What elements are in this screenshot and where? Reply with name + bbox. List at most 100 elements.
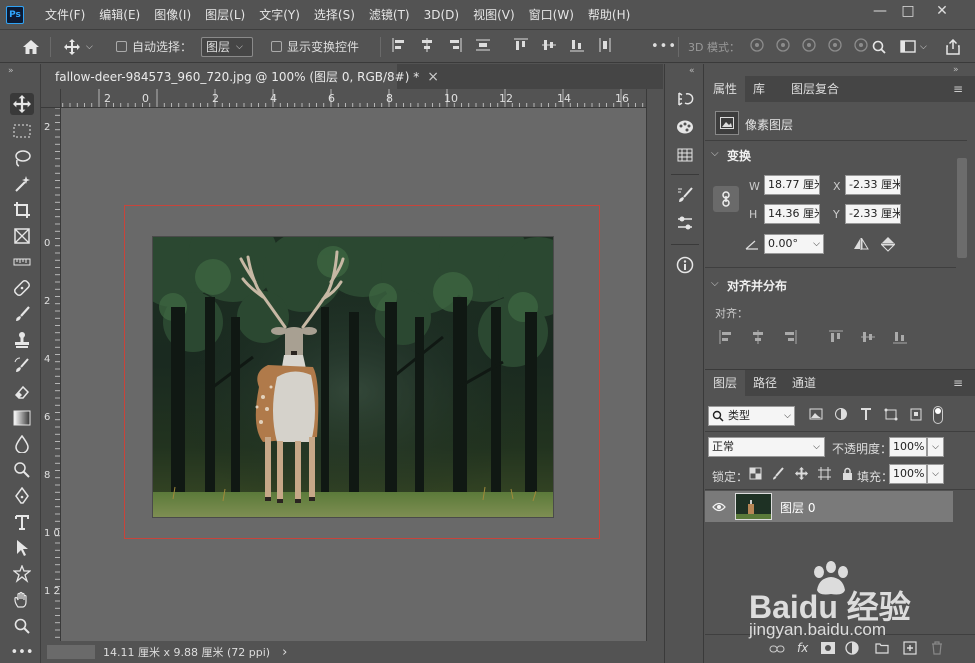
history-brush-tool-icon[interactable] [10, 355, 34, 377]
hand-tool-icon[interactable] [10, 589, 34, 611]
link-layers-icon[interactable] [769, 643, 785, 657]
align-left-icon[interactable] [392, 38, 406, 55]
align-vcenter-icon[interactable] [861, 330, 875, 347]
menu-item-7[interactable]: 3D(D) [417, 0, 466, 30]
width-field[interactable]: 18.77 厘米 [764, 175, 820, 195]
menu-item-10[interactable]: 帮助(H) [581, 0, 637, 30]
lock-position-icon[interactable] [795, 467, 808, 484]
panel-menu-icon[interactable]: ≡ [953, 376, 963, 390]
delete-layer-icon[interactable] [931, 641, 943, 658]
new-group-icon[interactable] [875, 642, 889, 657]
filter-toggle-switch[interactable] [933, 406, 943, 424]
brushes-panel-icon[interactable] [674, 184, 696, 206]
lock-pixels-icon[interactable] [772, 467, 785, 484]
clone-stamp-tool-icon[interactable] [10, 329, 34, 351]
tab-libraries[interactable]: 库 [745, 76, 773, 102]
lock-transparent-icon[interactable] [749, 467, 762, 484]
3d-scale-icon[interactable] [852, 37, 870, 56]
layer-row[interactable]: 图层 0 [705, 491, 953, 522]
3d-orbit-icon[interactable] [748, 37, 766, 56]
flip-vertical-icon[interactable] [880, 236, 896, 255]
layer-filter-dropdown[interactable]: 类型 ⌵ [708, 406, 795, 426]
height-field[interactable]: 14.36 厘米 [764, 204, 820, 224]
layer-name[interactable]: 图层 0 [780, 499, 815, 516]
info-panel-icon[interactable] [674, 254, 696, 276]
3d-roll-icon[interactable] [774, 37, 792, 56]
menu-item-5[interactable]: 选择(S) [307, 0, 362, 30]
3d-pan-icon[interactable] [800, 37, 818, 56]
align-right-icon[interactable] [448, 38, 462, 55]
properties-scroll-thumb[interactable] [957, 158, 967, 258]
crop-tool-icon[interactable] [10, 199, 34, 221]
type-tool-icon[interactable] [10, 511, 34, 533]
swatches-panel-icon[interactable] [674, 144, 696, 166]
edit-toolbar-icon[interactable]: ••• [10, 641, 34, 663]
status-menu-arrow[interactable]: › [282, 645, 287, 660]
search-icon[interactable] [872, 30, 886, 63]
align-bottom-icon[interactable] [893, 330, 907, 347]
color-panel-icon[interactable] [674, 116, 696, 138]
fill-dropdown-button[interactable]: ⌵ [927, 464, 944, 484]
ruler-tool-icon[interactable] [10, 251, 34, 273]
link-dimensions-icon[interactable] [713, 186, 739, 212]
blend-mode-dropdown[interactable]: 正常 ⌵ [708, 437, 825, 457]
filter-pixel-icon[interactable] [809, 408, 823, 424]
menu-item-1[interactable]: 编辑(E) [92, 0, 147, 30]
marquee-tool-icon[interactable] [10, 120, 34, 142]
filter-smart-object-icon[interactable] [909, 408, 923, 424]
menu-item-6[interactable]: 滤镜(T) [362, 0, 417, 30]
zoom-tool-icon[interactable] [10, 615, 34, 637]
align-hcenter-icon[interactable] [420, 38, 434, 55]
pen-tool-icon[interactable] [10, 485, 34, 507]
auto-select-checkbox[interactable]: 自动选择： [116, 30, 192, 63]
flip-horizontal-icon[interactable] [853, 237, 869, 253]
document-tab[interactable]: fallow-deer-984573_960_720.jpg @ 100% (图… [41, 64, 439, 89]
x-field[interactable]: -2.33 厘米 [845, 175, 901, 195]
menu-item-0[interactable]: 文件(F) [38, 0, 92, 30]
show-transform-checkbox[interactable]: 显示变换控件 [271, 30, 359, 63]
tab-channels[interactable]: 通道 [784, 370, 824, 396]
filter-adjustment-icon[interactable] [834, 408, 848, 424]
lock-all-icon[interactable] [841, 467, 854, 484]
menu-item-3[interactable]: 图层(L) [198, 0, 252, 30]
angle-dropdown[interactable]: 0.00° ⌵ [764, 234, 824, 254]
maximize-button[interactable]: □ [894, 0, 922, 22]
minimize-button[interactable]: — [866, 0, 894, 22]
y-field[interactable]: -2.33 厘米 [845, 204, 901, 224]
move-tool-preset-icon[interactable]: ⌵ [64, 30, 93, 63]
collapse-icon[interactable]: » [8, 66, 14, 76]
tab-properties[interactable]: 属性 [705, 76, 746, 102]
healing-brush-tool-icon[interactable] [10, 277, 34, 299]
path-selection-tool-icon[interactable] [10, 537, 34, 559]
lasso-tool-icon[interactable] [10, 147, 34, 169]
panel-menu-icon[interactable]: ≡ [953, 82, 963, 96]
adjustment-layer-icon[interactable] [845, 641, 859, 658]
expand-panels-icon[interactable]: « [689, 66, 695, 76]
home-icon[interactable] [22, 30, 40, 63]
dodge-tool-icon[interactable] [10, 459, 34, 481]
align-top-icon[interactable] [514, 38, 528, 55]
fx-icon[interactable]: fx [797, 641, 808, 655]
align-right-icon[interactable] [783, 330, 797, 347]
properties-scrollbar[interactable] [956, 158, 968, 358]
blur-tool-icon[interactable] [10, 433, 34, 455]
menu-item-2[interactable]: 图像(I) [147, 0, 198, 30]
frame-tool-icon[interactable] [10, 225, 34, 247]
collapse-panels-icon[interactable]: » [953, 65, 959, 75]
canvas-area[interactable] [61, 108, 646, 641]
lock-artboard-icon[interactable] [818, 467, 831, 484]
close-tab-icon[interactable]: × [427, 69, 439, 85]
deer-photo[interactable] [153, 237, 553, 517]
layers-scrollbar[interactable] [953, 490, 975, 630]
zoom-level-box[interactable] [47, 645, 95, 659]
eye-icon[interactable] [712, 501, 726, 515]
align-vcenter-icon[interactable] [542, 38, 556, 55]
fill-field[interactable]: 100% [889, 464, 927, 484]
align-vdist-icon[interactable] [598, 38, 612, 55]
share-icon[interactable] [946, 30, 960, 63]
move-tool-icon[interactable] [10, 93, 34, 115]
align-top-icon[interactable] [829, 330, 843, 347]
vertical-scrollbar[interactable] [646, 89, 663, 641]
gradient-tool-icon[interactable] [10, 407, 34, 429]
magic-wand-tool-icon[interactable] [10, 173, 34, 195]
